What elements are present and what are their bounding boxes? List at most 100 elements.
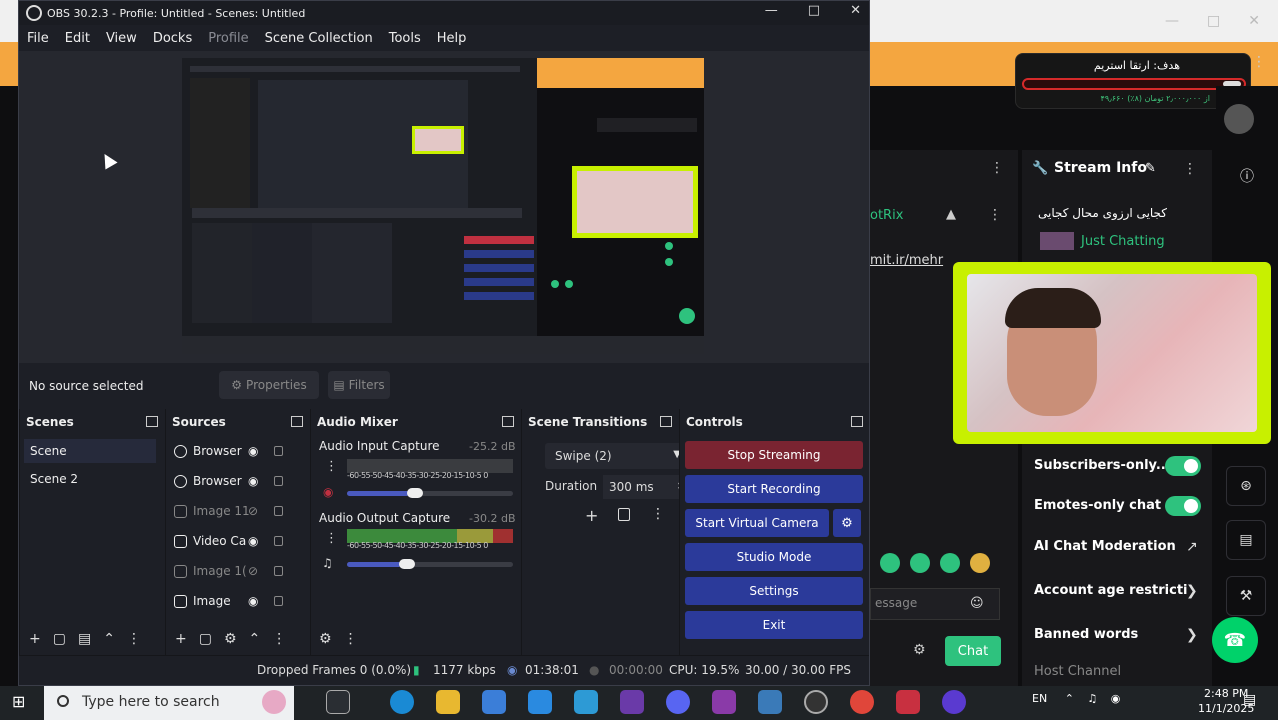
- virtual-camera-settings-icon[interactable]: ⚙: [833, 509, 861, 537]
- remove-scene-icon[interactable]: ▢: [53, 631, 66, 647]
- edit-icon[interactable]: ✎: [1145, 161, 1156, 176]
- menu-edit[interactable]: Edit: [57, 31, 98, 46]
- more-icon[interactable]: ⋮: [1252, 54, 1266, 70]
- maximize-icon[interactable]: □: [808, 3, 820, 18]
- language-indicator[interactable]: EN: [1032, 692, 1047, 705]
- add-scene-icon[interactable]: +: [29, 631, 41, 647]
- lock-icon[interactable]: [274, 506, 283, 516]
- scene-item[interactable]: Scene 2: [24, 467, 156, 491]
- chat-settings-icon[interactable]: ⚙: [913, 642, 926, 658]
- eye-icon[interactable]: ◉: [248, 594, 258, 608]
- host-channel-setting[interactable]: Host Channel: [1034, 664, 1121, 679]
- lock-icon[interactable]: [274, 566, 283, 576]
- speaker-icon[interactable]: ♫: [322, 556, 333, 570]
- layout-icon[interactable]: ▤: [1226, 520, 1266, 560]
- edge-dev-icon[interactable]: [574, 690, 598, 714]
- start-recording-button[interactable]: Start Recording: [685, 475, 863, 503]
- move-up-icon[interactable]: ⌃: [249, 631, 261, 647]
- settings-button[interactable]: Settings: [685, 577, 863, 605]
- ai-moderation-setting[interactable]: AI Chat Moderation: [1034, 539, 1176, 554]
- chat-link[interactable]: mit.ir/mehr: [870, 253, 943, 268]
- tools-icon[interactable]: ⚒: [1226, 576, 1266, 616]
- source-item[interactable]: Image ◉: [170, 589, 306, 613]
- emote-icon[interactable]: [880, 553, 900, 573]
- external-link-icon[interactable]: ↗: [1186, 539, 1198, 555]
- minimize-icon[interactable]: —: [765, 3, 778, 18]
- minimize-icon[interactable]: —: [1165, 13, 1179, 29]
- stream-category[interactable]: Just Chatting: [1081, 234, 1165, 249]
- transition-select[interactable]: Swipe (2) ▼: [545, 443, 689, 469]
- chat-send-button[interactable]: Chat: [945, 636, 1001, 666]
- source-properties-icon[interactable]: ⚙: [224, 631, 237, 647]
- undock-icon[interactable]: [146, 416, 158, 427]
- filters-button[interactable]: ▤ Filters: [328, 371, 390, 399]
- source-item[interactable]: Video Ca ◉: [170, 529, 306, 553]
- source-item[interactable]: Image 11 ⊘: [170, 499, 306, 523]
- audio-input-volume-slider[interactable]: [347, 491, 409, 496]
- audio-output-menu-icon[interactable]: ⋮: [325, 531, 338, 546]
- audio-input-volume-knob[interactable]: [407, 488, 423, 498]
- undock-icon[interactable]: [291, 416, 303, 427]
- audio-output-volume-knob[interactable]: [399, 559, 415, 569]
- menu-tools[interactable]: Tools: [381, 31, 429, 46]
- chrome-icon[interactable]: [850, 690, 874, 714]
- info-icon[interactable]: ⓘ: [1240, 166, 1254, 186]
- obs-taskbar-icon[interactable]: [804, 690, 828, 714]
- menu-docks[interactable]: Docks: [145, 31, 200, 46]
- move-up-icon[interactable]: ⌃: [103, 631, 115, 647]
- maximize-icon[interactable]: □: [1207, 13, 1220, 29]
- subscribers-only-toggle[interactable]: [1165, 456, 1201, 476]
- muted-speaker-icon[interactable]: ◉: [323, 485, 333, 499]
- mixer-menu-icon[interactable]: ⋮: [344, 631, 358, 647]
- chat-username[interactable]: otRix: [870, 208, 903, 223]
- chevron-right-icon[interactable]: ❯: [1186, 583, 1198, 599]
- close-icon[interactable]: ✕: [1248, 13, 1260, 29]
- app-icon[interactable]: [758, 690, 782, 714]
- file-explorer-icon[interactable]: [436, 690, 460, 714]
- edge-icon[interactable]: [390, 690, 414, 714]
- eye-hidden-icon[interactable]: ⊘: [248, 504, 258, 518]
- app-icon[interactable]: [712, 690, 736, 714]
- scene-menu-icon[interactable]: ⋮: [127, 631, 141, 647]
- audio-input-menu-icon[interactable]: ⋮: [325, 459, 338, 474]
- scene-filters-icon[interactable]: ▤: [78, 631, 91, 647]
- chat-message-more-icon[interactable]: ⋮: [988, 207, 1002, 223]
- undock-icon[interactable]: [851, 416, 863, 427]
- search-highlight-icon[interactable]: [262, 690, 286, 714]
- eye-icon[interactable]: ◉: [248, 474, 258, 488]
- advanced-audio-icon[interactable]: ⚙: [319, 631, 332, 647]
- banned-words-setting[interactable]: Banned words: [1034, 627, 1138, 642]
- close-icon[interactable]: ✕: [850, 3, 861, 18]
- source-item[interactable]: Browser ◉: [170, 469, 306, 493]
- account-age-setting[interactable]: Account age restricti: [1034, 583, 1188, 598]
- emoji-icon[interactable]: ☺: [970, 596, 984, 611]
- source-menu-icon[interactable]: ⋮: [272, 631, 286, 647]
- taskbar-search[interactable]: Type here to search: [44, 686, 294, 720]
- audio-output-volume-slider[interactable]: [347, 562, 401, 567]
- add-source-icon[interactable]: +: [175, 631, 187, 647]
- lock-icon[interactable]: [274, 476, 283, 486]
- remove-transition-icon[interactable]: [618, 508, 630, 521]
- emote-icon[interactable]: [910, 553, 930, 573]
- menu-help[interactable]: Help: [429, 31, 475, 46]
- windows-start-icon[interactable]: ⊞: [12, 692, 25, 711]
- stream-info-more-icon[interactable]: ⋮: [1183, 161, 1197, 177]
- menu-profile[interactable]: Profile: [200, 31, 256, 46]
- chevron-up-icon[interactable]: ⌃: [1065, 692, 1074, 705]
- task-view-icon[interactable]: [326, 690, 350, 714]
- emote-icon[interactable]: [940, 553, 960, 573]
- broadcast-icon[interactable]: ⊛: [1226, 466, 1266, 506]
- lock-icon[interactable]: [274, 596, 283, 606]
- source-item[interactable]: Browser ◉: [170, 439, 306, 463]
- r-app-icon[interactable]: [620, 690, 644, 714]
- eye-icon[interactable]: ◉: [248, 534, 258, 548]
- menu-view[interactable]: View: [98, 31, 145, 46]
- media-player-icon[interactable]: [942, 690, 966, 714]
- duration-input[interactable]: 300 ms▲▼: [603, 475, 689, 499]
- support-icon[interactable]: ☎: [1212, 617, 1258, 663]
- avatar[interactable]: [1224, 104, 1254, 134]
- studio-mode-button[interactable]: Studio Mode: [685, 543, 863, 571]
- undock-icon[interactable]: [660, 416, 672, 427]
- transition-menu-icon[interactable]: ⋮: [651, 506, 665, 522]
- undock-icon[interactable]: [502, 416, 514, 427]
